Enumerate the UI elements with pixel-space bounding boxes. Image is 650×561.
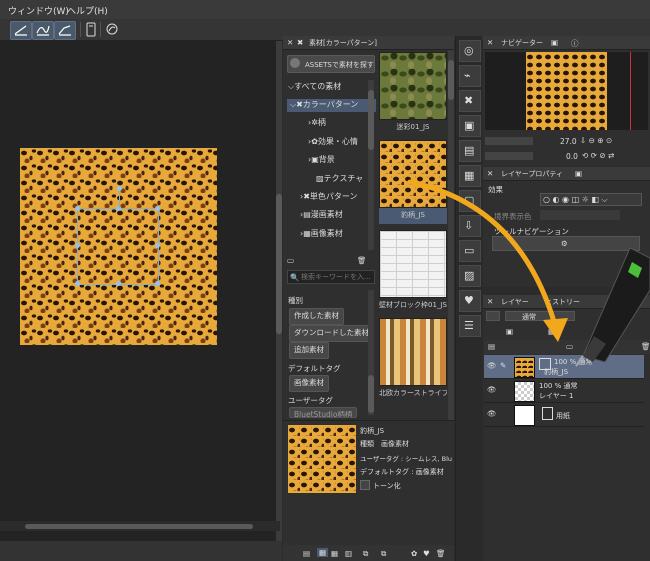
stylus-pen-icon	[575, 247, 650, 367]
drag-arrow-curve	[407, 179, 558, 328]
drag-arrow-head	[543, 318, 568, 342]
drag-annotation	[407, 179, 650, 367]
